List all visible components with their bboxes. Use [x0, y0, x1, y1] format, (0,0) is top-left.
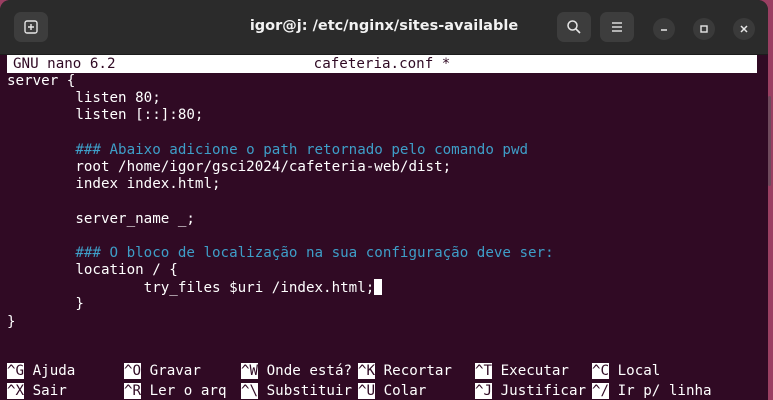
- shortcut-item[interactable]: ^J Justificar: [475, 381, 586, 400]
- shortcut-key: ^/: [592, 383, 610, 399]
- shortcut-item[interactable]: ^K Recortar: [358, 361, 452, 381]
- shortcut-key: ^U: [358, 383, 376, 399]
- shortcut-label: Justificar: [500, 383, 587, 399]
- close-button[interactable]: [733, 18, 755, 40]
- nano-header-bar: GNU nano 6.2 cafeteria.conf *: [7, 55, 757, 73]
- maximize-button[interactable]: [693, 18, 715, 40]
- shortcut-item[interactable]: ^G Ajuda: [7, 361, 75, 381]
- shortcut-label: Substituir: [266, 383, 353, 399]
- code-line: }: [7, 296, 84, 313]
- code-line: location / {: [7, 262, 178, 279]
- code-line: listen 80;: [7, 90, 161, 107]
- shortcut-key: ^G: [7, 363, 25, 379]
- shortcut-key: ^R: [124, 383, 142, 399]
- code-line: server_name _;: [7, 210, 195, 227]
- scrollbar[interactable]: [768, 96, 771, 186]
- search-button[interactable]: [557, 12, 591, 42]
- shortcut-item[interactable]: ^R Ler o arq: [124, 381, 227, 400]
- code-line: listen [::]:80;: [7, 107, 204, 124]
- code-line: root /home/igor/gsci2024/cafeteria-web/d…: [7, 158, 452, 175]
- shortcut-label: Onde está?: [266, 363, 353, 379]
- terminal-window: igor@j: /etc/nginx/sites-available GNU n…: [0, 0, 768, 400]
- close-icon: [740, 25, 748, 33]
- shortcut-item[interactable]: ^\ Substituir: [241, 381, 352, 400]
- shortcut-row: ^X Sair ^R Ler o arq ^\ Substituir ^U Colar…: [7, 381, 757, 400]
- title-bar: igor@j: /etc/nginx/sites-available: [0, 0, 768, 55]
- hamburger-menu-icon: [612, 22, 622, 32]
- shortcut-label: Local: [617, 363, 661, 379]
- minimize-icon: [661, 29, 667, 31]
- comment-line: ### Abaixo adicione o path retornado pel…: [7, 141, 529, 158]
- shortcut-item[interactable]: ^T Executar: [475, 361, 569, 381]
- code-line: index index.html;: [7, 176, 221, 193]
- shortcut-label: Ir p/ linha: [617, 383, 712, 399]
- shortcut-bar: ^G Ajuda ^O Gravar ^W Onde está? ^K Recorta…: [7, 361, 757, 400]
- shortcut-key: ^C: [592, 363, 610, 379]
- code-line: try_files $uri /index.html;: [7, 279, 554, 296]
- nano-editor[interactable]: GNU nano 6.2 cafeteria.conf * server { l…: [7, 55, 757, 400]
- shortcut-key: ^J: [475, 383, 493, 399]
- file-content[interactable]: server { listen 80; listen [::]:80; ### …: [7, 73, 554, 331]
- shortcut-item[interactable]: ^O Gravar: [124, 361, 201, 381]
- shortcut-label: Ajuda: [32, 363, 76, 379]
- shortcut-key: ^O: [124, 363, 142, 379]
- text-cursor: [374, 279, 383, 296]
- code-line: }: [7, 313, 16, 330]
- shortcut-key: ^W: [241, 363, 259, 379]
- shortcut-row: ^G Ajuda ^O Gravar ^W Onde está? ^K Recorta…: [7, 361, 757, 381]
- shortcut-item[interactable]: ^U Colar: [358, 381, 426, 400]
- shortcut-key: ^T: [475, 363, 493, 379]
- menu-button[interactable]: [600, 12, 634, 42]
- search-icon: [567, 20, 581, 34]
- comment-line: ### O bloco de localização na sua config…: [7, 244, 554, 261]
- shortcut-item[interactable]: ^W Onde está?: [241, 361, 352, 381]
- code-line: server {: [7, 73, 76, 89]
- shortcut-label: Gravar: [149, 363, 201, 379]
- shortcut-key: ^K: [358, 363, 376, 379]
- shortcut-item[interactable]: ^C Local: [592, 361, 660, 381]
- shortcut-item[interactable]: ^/ Ir p/ linha: [592, 381, 712, 400]
- shortcut-label: Recortar: [383, 363, 452, 379]
- maximize-icon: [700, 25, 708, 33]
- shortcut-label: Executar: [500, 363, 569, 379]
- shortcut-item[interactable]: ^X Sair: [7, 381, 67, 400]
- shortcut-key: ^\: [241, 383, 259, 399]
- shortcut-label: Ler o arq: [149, 383, 227, 399]
- shortcut-label: Colar: [383, 383, 427, 399]
- minimize-button[interactable]: [653, 18, 675, 40]
- file-name: cafeteria.conf *: [313, 56, 451, 72]
- shortcut-label: Sair: [32, 383, 67, 399]
- shortcut-key: ^X: [7, 383, 25, 399]
